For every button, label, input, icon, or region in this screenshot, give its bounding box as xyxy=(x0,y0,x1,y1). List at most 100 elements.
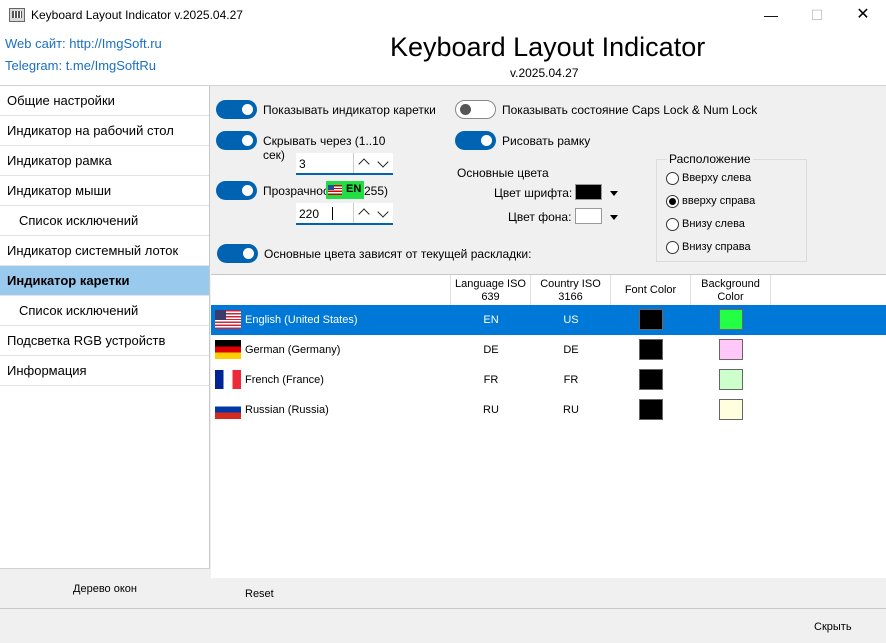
position-bottom-right-label[interactable]: Внизу справа xyxy=(682,241,751,253)
text-caret xyxy=(332,207,333,220)
transparency-label: Прозрачност xyxy=(263,184,335,198)
font-color-dropdown-icon[interactable] xyxy=(610,191,618,196)
table-row[interactable]: Russian (Russia) RU RU xyxy=(211,395,886,425)
website-link[interactable]: Web сайт: http://ImgSoft.ru xyxy=(5,36,162,51)
hide-after-value[interactable]: 3 xyxy=(299,157,306,171)
reset-bar: Reset xyxy=(211,578,886,608)
window-title: Keyboard Layout Indicator v.2025.04.27 xyxy=(31,8,243,22)
bg-color-swatch[interactable] xyxy=(719,339,743,360)
title-bar: Keyboard Layout Indicator v.2025.04.27 —… xyxy=(0,0,886,30)
position-bottom-left-label[interactable]: Внизу слева xyxy=(682,218,745,230)
sidebar-item-caret-indicator[interactable]: Индикатор каретки xyxy=(0,266,209,296)
colors-depend-label: Основные цвета зависят от текущей раскла… xyxy=(264,247,532,261)
transparency-value[interactable]: 220 xyxy=(299,207,319,221)
bg-color-swatch[interactable] xyxy=(719,399,743,420)
bg-color-swatch[interactable] xyxy=(719,369,743,390)
layout-name: English (United States) xyxy=(245,314,358,326)
main-colors-title: Основные цвета xyxy=(457,166,549,180)
caps-num-toggle[interactable] xyxy=(455,100,496,119)
minimize-button[interactable]: — xyxy=(748,0,794,30)
country-code: US xyxy=(563,314,579,326)
transparency-stepper[interactable]: 220 xyxy=(296,203,393,225)
bg-color-swatch[interactable] xyxy=(719,309,743,330)
us-flag-icon xyxy=(328,185,342,195)
us-flag-icon xyxy=(215,310,241,329)
sidebar-nav: Общие настройки Индикатор на рабочий сто… xyxy=(0,86,210,608)
bg-color-dropdown-icon[interactable] xyxy=(610,215,618,220)
position-top-right-label[interactable]: вверху справа xyxy=(682,195,755,207)
hide-after-toggle[interactable] xyxy=(216,131,257,150)
transparency-toggle[interactable] xyxy=(216,181,257,200)
ru-flag-icon xyxy=(215,400,241,419)
hide-after-down-button[interactable] xyxy=(373,153,393,173)
app-header: Web сайт: http://ImgSoft.ru Telegram: t.… xyxy=(0,30,886,86)
transparency-up-button[interactable] xyxy=(353,203,373,223)
layout-name: Russian (Russia) xyxy=(245,404,329,416)
chevron-down-icon xyxy=(379,157,387,169)
sidebar-item-frame-indicator[interactable]: Индикатор рамка xyxy=(0,146,209,176)
column-header-bg-color[interactable]: Background Color xyxy=(691,275,771,305)
bg-color-swatch[interactable] xyxy=(575,208,602,224)
country-code: RU xyxy=(563,404,579,416)
font-color-swatch[interactable] xyxy=(639,339,663,360)
sidebar-item-general[interactable]: Общие настройки xyxy=(0,86,209,116)
sidebar-item-mouse-exclusions[interactable]: Список исключений xyxy=(0,206,209,236)
hide-after-up-button[interactable] xyxy=(353,153,373,173)
position-legend: Расположение xyxy=(667,152,753,166)
chevron-up-icon xyxy=(360,159,368,171)
reset-button[interactable]: Reset xyxy=(245,588,274,600)
hide-after-label-line1: Скрывать через (1..10 xyxy=(263,134,386,148)
footer-bar: Скрыть xyxy=(0,608,886,643)
table-row[interactable]: French (France) FR FR xyxy=(211,365,886,395)
telegram-link[interactable]: Telegram: t.me/ImgSoftRu xyxy=(5,58,156,73)
draw-frame-toggle[interactable] xyxy=(455,131,496,150)
font-color-swatch[interactable] xyxy=(639,369,663,390)
language-code: RU xyxy=(483,404,499,416)
table-row[interactable]: English (United States) EN US xyxy=(211,305,886,335)
caps-num-label: Показывать состояние Caps Lock & Num Loc… xyxy=(502,103,758,117)
sidebar-item-info[interactable]: Информация xyxy=(0,356,209,386)
fr-flag-icon xyxy=(215,370,241,389)
show-caret-indicator-label: Показывать индикатор каретки xyxy=(263,103,436,117)
sidebar-item-caret-exclusions[interactable]: Список исключений xyxy=(0,296,209,326)
position-bottom-left-radio[interactable] xyxy=(666,218,679,231)
chevron-down-icon xyxy=(379,207,387,219)
transparency-range-label: 255) xyxy=(364,184,389,198)
caret-indicator-preview: EN xyxy=(326,181,364,199)
layouts-table: Language ISO 639 Country ISO 3166 Font C… xyxy=(211,274,886,578)
de-flag-icon xyxy=(215,340,241,359)
position-top-left-radio[interactable] xyxy=(666,172,679,185)
chevron-up-icon xyxy=(360,209,368,221)
sidebar-item-rgb[interactable]: Подсветка RGB устройств xyxy=(0,326,209,356)
font-color-swatch[interactable] xyxy=(575,184,602,200)
font-color-label: Цвет шрифта: xyxy=(494,186,573,200)
keyboard-app-icon xyxy=(9,8,25,22)
window-tree-button[interactable]: Дерево окон xyxy=(0,568,210,608)
hide-button[interactable]: Скрыть xyxy=(814,621,852,633)
close-button[interactable]: ✕ xyxy=(840,0,886,30)
caret-settings-panel: Показывать индикатор каретки Скрывать че… xyxy=(211,86,886,274)
language-code: FR xyxy=(483,374,499,386)
transparency-down-button[interactable] xyxy=(373,203,393,223)
sidebar-item-mouse-indicator[interactable]: Индикатор мыши xyxy=(0,176,209,206)
position-top-left-label[interactable]: Вверху слева xyxy=(682,172,751,184)
table-row[interactable]: German (Germany) DE DE xyxy=(211,335,886,365)
column-header-layout[interactable] xyxy=(211,275,451,305)
colors-depend-toggle[interactable] xyxy=(217,244,258,263)
font-color-swatch[interactable] xyxy=(639,309,663,330)
position-top-right-radio[interactable] xyxy=(666,195,679,208)
app-version: v.2025.04.27 xyxy=(510,66,579,80)
sidebar-item-tray-indicator[interactable]: Индикатор системный лоток xyxy=(0,236,209,266)
hide-after-stepper[interactable]: 3 xyxy=(296,153,393,175)
position-bottom-right-radio[interactable] xyxy=(666,241,679,254)
maximize-button[interactable]: ☐ xyxy=(794,0,840,30)
column-header-country[interactable]: Country ISO 3166 xyxy=(531,275,611,305)
font-color-swatch[interactable] xyxy=(639,399,663,420)
column-header-font-color[interactable]: Font Color xyxy=(611,275,691,305)
sidebar-item-desktop-indicator[interactable]: Индикатор на рабочий стол xyxy=(0,116,209,146)
layout-name: German (Germany) xyxy=(245,344,341,356)
column-header-language[interactable]: Language ISO 639 xyxy=(451,275,531,305)
hide-after-label-line2: сек) xyxy=(263,148,285,162)
language-code: DE xyxy=(483,344,499,356)
show-caret-indicator-toggle[interactable] xyxy=(216,100,257,119)
